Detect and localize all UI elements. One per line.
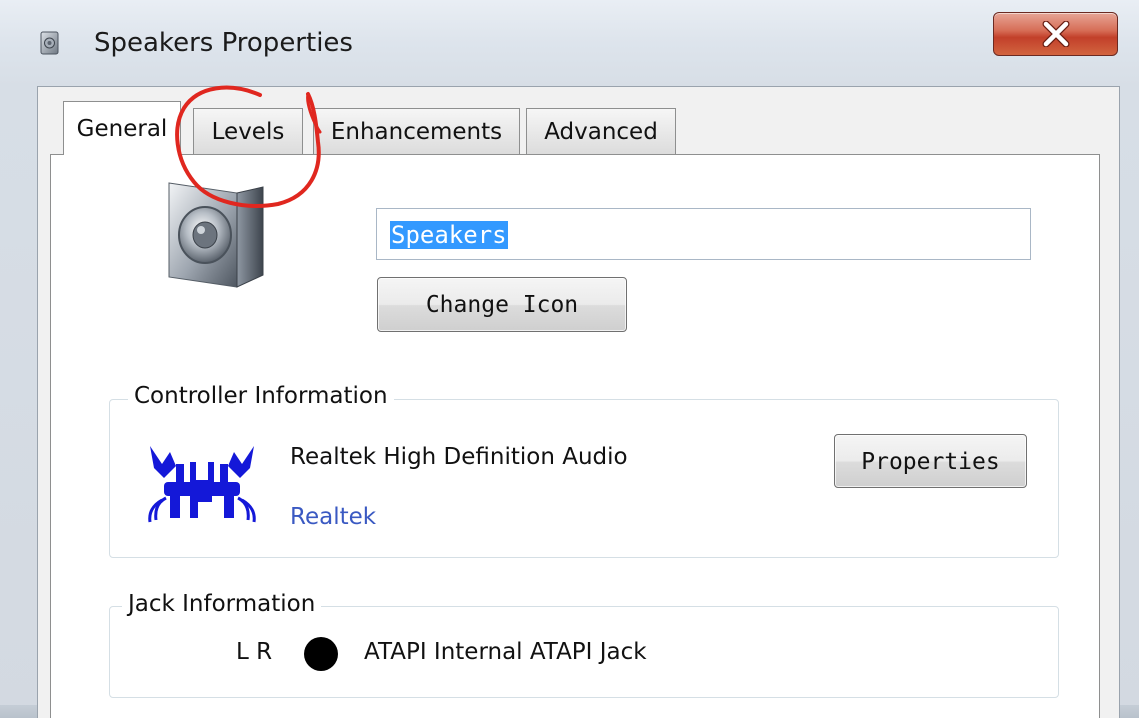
tab-advanced[interactable]: Advanced — [526, 108, 676, 154]
tab-levels[interactable]: Levels — [193, 108, 303, 154]
jack-information-group: Jack Information L R ATAPI Internal ATAP… — [109, 591, 1059, 698]
tab-general-label: General — [76, 116, 168, 142]
jack-information-label: Jack Information — [122, 591, 322, 617]
title-bar[interactable]: Speakers Properties — [0, 0, 1139, 85]
properties-label: Properties — [861, 449, 1000, 475]
speaker-app-icon — [38, 30, 64, 56]
speaker-icon — [167, 179, 267, 291]
controller-device-name: Realtek High Definition Audio — [290, 444, 628, 470]
realtek-logo-icon — [146, 442, 258, 524]
properties-button[interactable]: Properties — [834, 434, 1027, 488]
dialog-client-area: General Levels Enhancements Advanced Spe… — [37, 86, 1120, 718]
device-name-value: Speakers — [390, 221, 508, 249]
general-tab-panel: Speakers Change Icon Controller Informat… — [50, 154, 1100, 718]
jack-color-dot — [304, 637, 338, 671]
change-icon-button[interactable]: Change Icon — [377, 277, 627, 332]
device-name-input[interactable]: Speakers — [376, 208, 1031, 260]
tab-enhancements-label: Enhancements — [330, 119, 503, 145]
tab-enhancements[interactable]: Enhancements — [313, 108, 520, 154]
tab-general[interactable]: General — [63, 101, 181, 155]
change-icon-label: Change Icon — [425, 292, 579, 318]
close-button[interactable] — [993, 12, 1118, 56]
jack-description: ATAPI Internal ATAPI Jack — [364, 639, 647, 665]
jack-channels: L R — [236, 639, 273, 665]
close-icon — [1042, 21, 1070, 47]
controller-information-group: Controller Information Realtek High Defi… — [109, 383, 1059, 558]
tab-levels-label: Levels — [211, 119, 285, 145]
realtek-vendor-link[interactable]: Realtek — [290, 504, 376, 530]
tab-advanced-label: Advanced — [544, 119, 658, 145]
window-title: Speakers Properties — [94, 28, 353, 58]
controller-information-label: Controller Information — [128, 383, 394, 409]
